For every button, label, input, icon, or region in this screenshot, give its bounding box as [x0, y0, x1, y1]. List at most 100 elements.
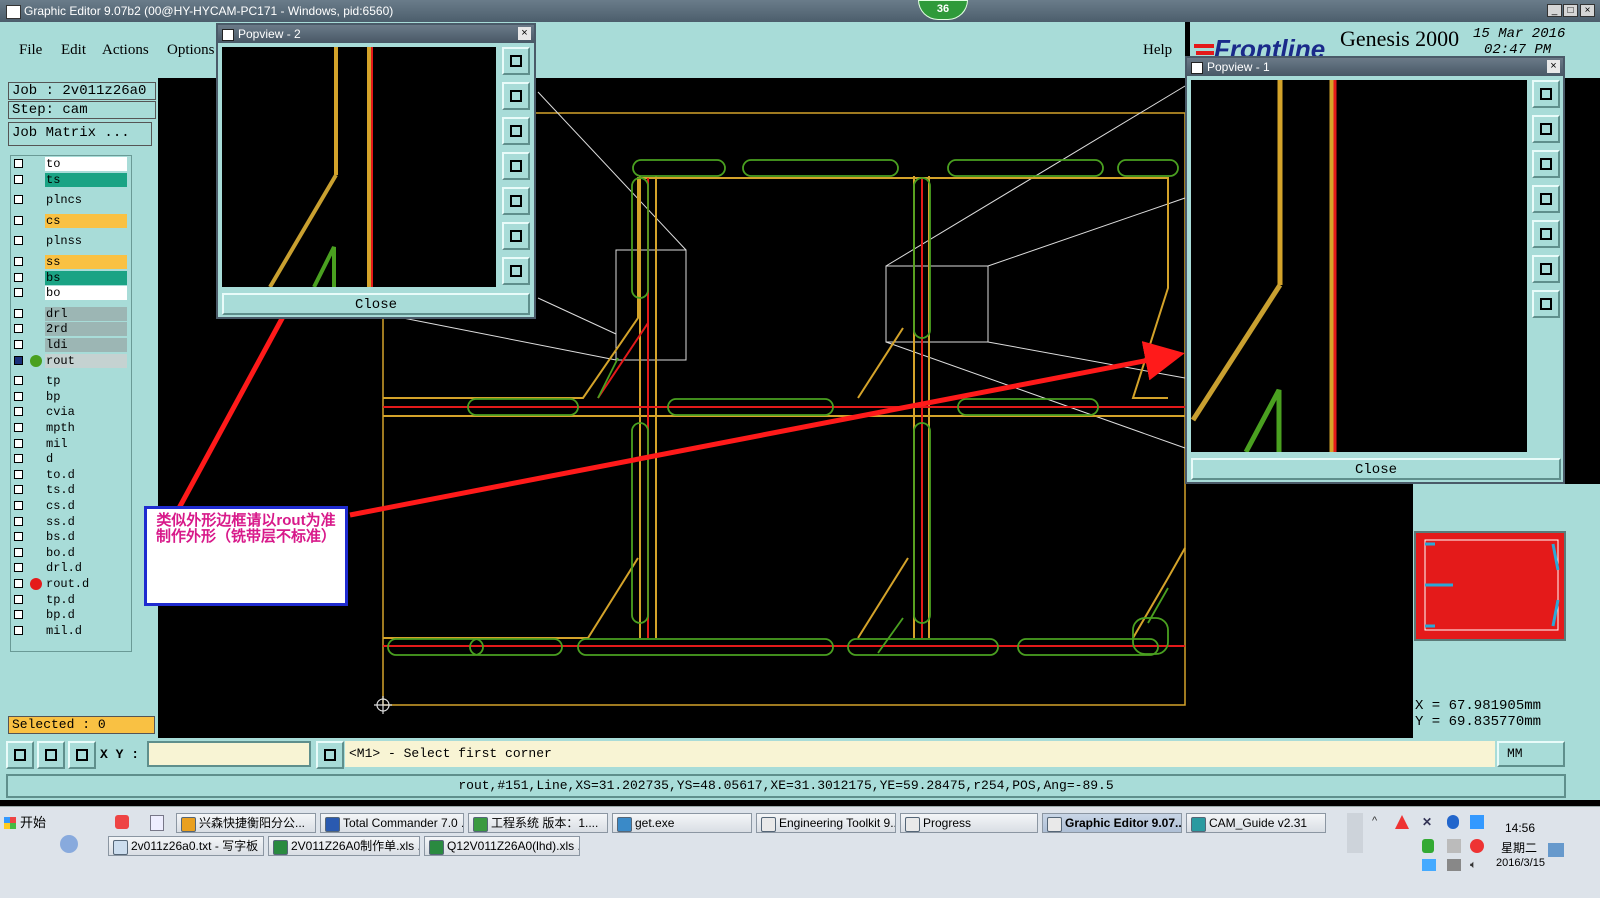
layer-row-cvia[interactable]: cvia: [11, 405, 129, 420]
layer-row-to.d[interactable]: to.d: [11, 467, 129, 482]
pan-up-button[interactable]: [1532, 115, 1560, 143]
popview-2-canvas[interactable]: [222, 47, 496, 287]
layer-checkbox[interactable]: [14, 236, 23, 246]
layer-checkbox[interactable]: [14, 563, 23, 573]
layer-checkbox[interactable]: [14, 423, 23, 432]
layer-row-bs.d[interactable]: bs.d: [11, 530, 129, 545]
desktop-icon[interactable]: [60, 835, 78, 853]
layer-checkbox[interactable]: [14, 272, 23, 282]
layer-checkbox[interactable]: [14, 215, 23, 225]
menu-options[interactable]: Options: [167, 42, 215, 59]
taskbar-button-3[interactable]: 工程系统 版本：1....: [468, 813, 608, 833]
overview-map[interactable]: [1413, 530, 1568, 642]
tray-expand-icon[interactable]: ^: [1372, 815, 1384, 827]
snap-button[interactable]: [6, 741, 34, 769]
xy-input[interactable]: [147, 741, 311, 767]
layer-row-drl.d[interactable]: drl.d: [11, 561, 129, 576]
zoom-in-button[interactable]: [1532, 255, 1560, 283]
bluetooth-icon[interactable]: [1447, 815, 1459, 829]
layer-checkbox[interactable]: [14, 501, 23, 510]
layer-checkbox[interactable]: [14, 407, 23, 417]
layer-checkbox[interactable]: [14, 195, 23, 205]
info-button[interactable]: [316, 741, 344, 769]
layer-row-ss.d[interactable]: ss.d: [11, 514, 129, 529]
layer-row-cs.d[interactable]: cs.d: [11, 499, 129, 513]
layer-checkbox[interactable]: [14, 324, 23, 334]
layer-row-drl[interactable]: drl: [11, 306, 129, 321]
layer-row-bp.d[interactable]: bp.d: [11, 608, 129, 623]
quicklaunch-doc-icon[interactable]: [150, 815, 164, 831]
layer-checkbox[interactable]: [14, 625, 23, 635]
popview-1-canvas[interactable]: [1191, 80, 1527, 452]
taskbar-button-6[interactable]: Progress: [900, 813, 1038, 833]
pan-up-button[interactable]: [502, 82, 530, 110]
pan-right-button[interactable]: [502, 187, 530, 215]
taskbar-button-1[interactable]: 兴森快捷衡阳分公...: [176, 813, 316, 833]
zoom-fit-button[interactable]: [502, 47, 530, 75]
start-button[interactable]: 开始: [2, 813, 50, 833]
layer-row-2rd[interactable]: 2rd: [11, 322, 129, 337]
layer-checkbox[interactable]: [14, 174, 23, 184]
layer-checkbox[interactable]: [14, 308, 23, 318]
pan-left-button[interactable]: [1532, 185, 1560, 213]
zoom-out-button[interactable]: [502, 257, 530, 285]
zoom-fit-button[interactable]: [1532, 80, 1560, 108]
layer-row-cs[interactable]: cs: [11, 213, 129, 228]
layer-row-bo.d[interactable]: bo.d: [11, 545, 129, 560]
layer-checkbox[interactable]: [14, 391, 23, 401]
layer-row-plnss[interactable]: plnss: [11, 234, 129, 249]
pan-down-button[interactable]: [502, 117, 530, 145]
layer-checkbox[interactable]: [14, 516, 23, 526]
layer-checkbox[interactable]: [14, 594, 23, 604]
layer-row-ts.d[interactable]: ts.d: [11, 483, 129, 498]
zoom-in-button[interactable]: [502, 222, 530, 250]
pan-left-button[interactable]: [502, 152, 530, 180]
menu-edit[interactable]: Edit: [61, 42, 86, 59]
tray-x-icon[interactable]: ✕: [1422, 815, 1436, 829]
minimize-button[interactable]: _: [1547, 4, 1562, 17]
layer-row-rout.d[interactable]: rout.d: [11, 577, 129, 591]
menu-actions[interactable]: Actions: [102, 42, 149, 59]
layer-row-mil.d[interactable]: mil.d: [11, 623, 129, 638]
grid-button[interactable]: [68, 741, 96, 769]
layer-checkbox[interactable]: [14, 355, 23, 365]
layer-checkbox[interactable]: [14, 159, 23, 168]
layer-checkbox[interactable]: [14, 610, 23, 620]
layer-checkbox[interactable]: [14, 547, 23, 557]
tray-device-icon[interactable]: [1447, 859, 1461, 871]
tray-app-icon[interactable]: [1395, 815, 1409, 829]
layer-checkbox[interactable]: [14, 438, 23, 448]
quicklaunch-chrome-icon[interactable]: [115, 815, 129, 829]
layer-row-ss[interactable]: ss: [11, 255, 129, 269]
network-icon[interactable]: [1447, 839, 1461, 853]
close-window-button[interactable]: ×: [1580, 4, 1595, 17]
layer-row-tp.d[interactable]: tp.d: [11, 592, 129, 607]
tray-handle[interactable]: [1347, 813, 1363, 853]
layer-checkbox[interactable]: [14, 257, 23, 266]
show-desktop-icon[interactable]: [1548, 843, 1564, 857]
layer-checkbox[interactable]: [14, 532, 23, 542]
layer-checkbox[interactable]: [14, 288, 23, 298]
tray-monitor-icon[interactable]: [1470, 815, 1484, 829]
popview-2-close-icon[interactable]: ×: [518, 27, 531, 40]
volume-icon[interactable]: 🔈︎: [1470, 859, 1484, 871]
taskbar-button-row2-3[interactable]: Q12V011Z26A0(lhd).xls ...: [424, 836, 580, 856]
layer-checkbox[interactable]: [14, 485, 23, 495]
measure-button[interactable]: [37, 741, 65, 769]
layer-row-bp[interactable]: bp: [11, 389, 129, 404]
zoom-out-button[interactable]: [1532, 290, 1560, 318]
layer-checkbox[interactable]: [14, 579, 23, 588]
layer-row-tp[interactable]: tp: [11, 374, 129, 389]
tray-flag-icon[interactable]: [1422, 859, 1436, 871]
taskbar-button-8[interactable]: CAM_Guide v2.31: [1186, 813, 1326, 833]
layer-checkbox[interactable]: [14, 376, 23, 386]
popview-1-close-icon[interactable]: ×: [1547, 60, 1560, 73]
layer-row-plncs[interactable]: plncs: [11, 193, 129, 208]
tray-red-icon[interactable]: [1470, 839, 1484, 853]
maximize-button[interactable]: □: [1563, 4, 1578, 17]
layer-row-mil[interactable]: mil: [11, 436, 129, 451]
layer-row-mpth[interactable]: mpth: [11, 421, 129, 435]
taskbar-button-4[interactable]: get.exe: [612, 813, 752, 833]
taskbar-button-row2-2[interactable]: 2V011Z26A0制作单.xls ...: [268, 836, 420, 856]
layer-row-rout[interactable]: rout: [11, 353, 129, 368]
